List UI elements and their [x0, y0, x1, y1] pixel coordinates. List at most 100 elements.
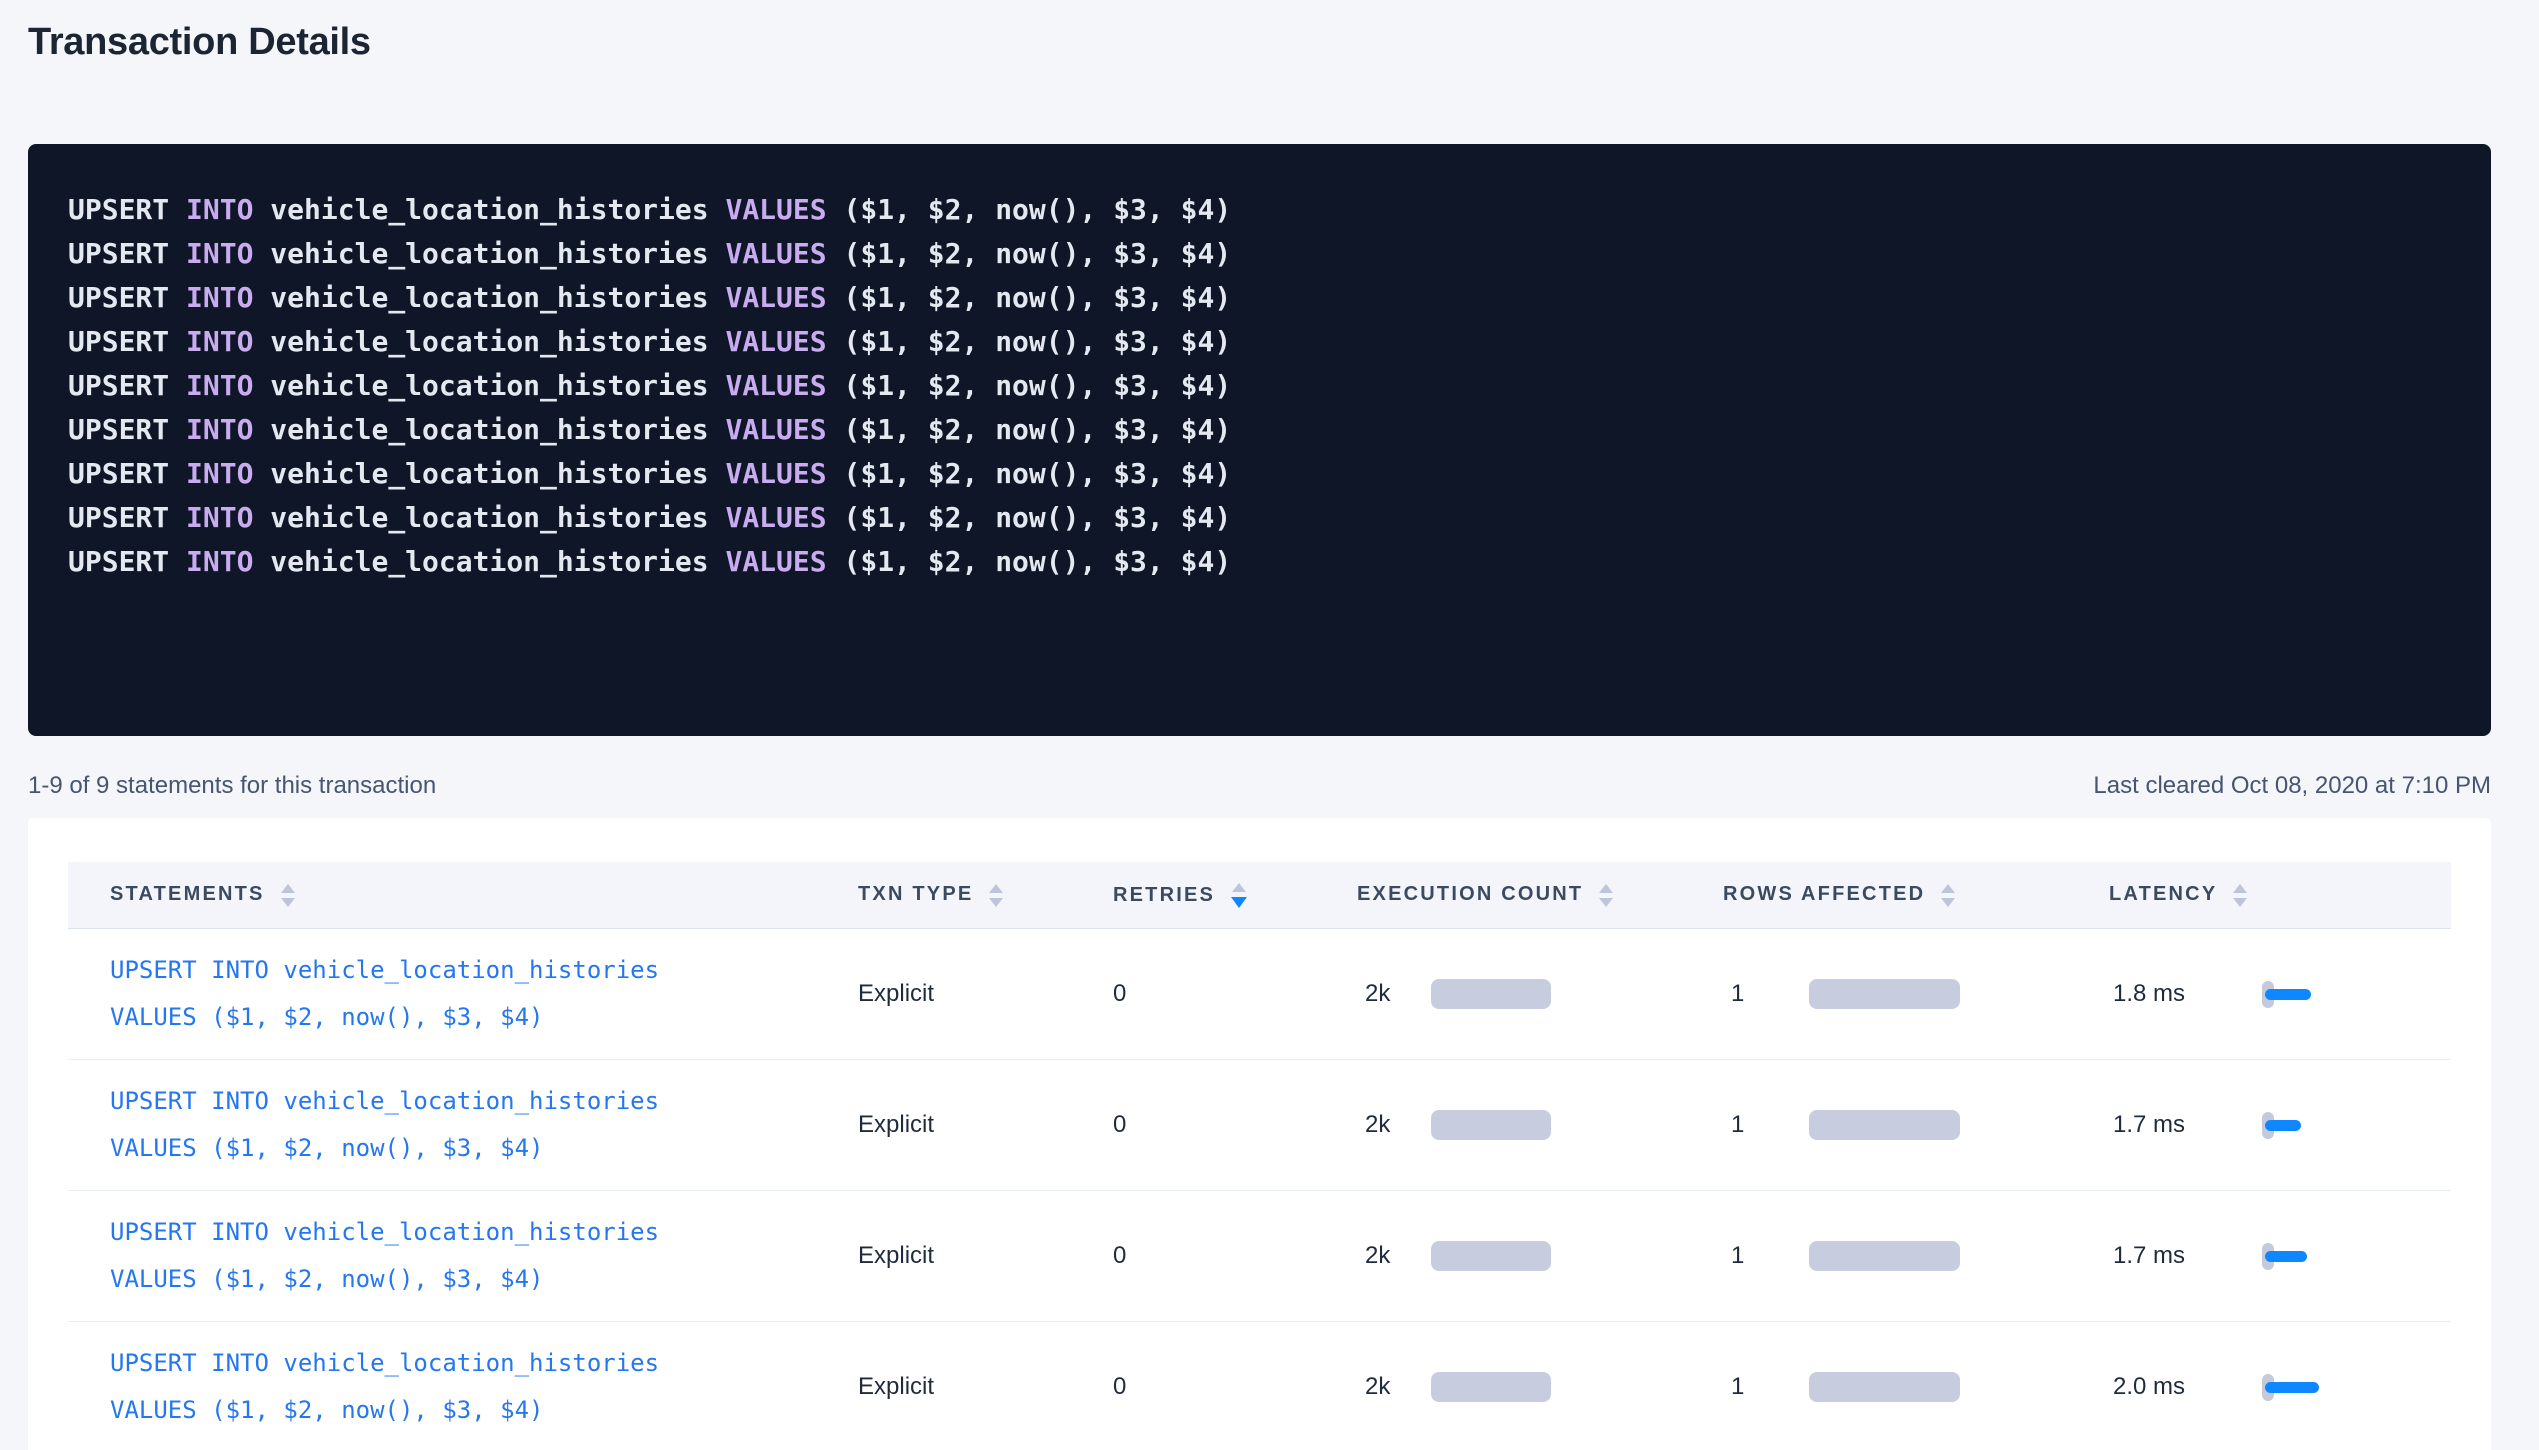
sql-keyword: VALUES: [725, 501, 826, 534]
rows-affected-bar: [1809, 1372, 1960, 1402]
latency-bar: [2265, 1382, 2319, 1393]
table-row: UPSERT INTO vehicle_location_historiesVA…: [68, 929, 2451, 1060]
sql-keyword: INTO: [186, 325, 253, 358]
latency-bar-chart: [2262, 1374, 2319, 1401]
sql-statement-line: UPSERT INTO vehicle_location_histories V…: [68, 496, 2451, 540]
rows-affected-metric: 1: [1723, 1372, 2109, 1402]
latency-metric: 1.8 ms: [2109, 980, 2451, 1008]
latency-metric: 1.7 ms: [2109, 1111, 2451, 1139]
table-row: UPSERT INTO vehicle_location_historiesVA…: [68, 1060, 2451, 1191]
sql-keyword: VALUES: [725, 369, 826, 402]
sort-desc-arrow-icon: [1231, 897, 1247, 908]
sql-keyword: INTO: [186, 237, 253, 270]
execution-count-metric: 2k: [1357, 1110, 1723, 1140]
sort-icon[interactable]: [1941, 884, 1955, 907]
sql-text: ($1, $2, now(), $3, $4): [827, 413, 1232, 446]
sql-text: vehicle_location_histories: [253, 237, 725, 270]
statement-link[interactable]: UPSERT INTO vehicle_location_historiesVA…: [110, 1209, 659, 1303]
sort-icon[interactable]: [1599, 884, 1613, 907]
sql-text: UPSERT: [68, 325, 186, 358]
sort-desc-arrow-icon: [1941, 898, 1955, 907]
sql-text: UPSERT: [68, 237, 186, 270]
statement-link[interactable]: UPSERT INTO vehicle_location_historiesVA…: [110, 1340, 659, 1434]
rows-affected-metric: 1: [1723, 979, 2109, 1009]
sort-asc-arrow-icon: [281, 884, 295, 893]
rows-affected-metric: 1: [1723, 1110, 2109, 1140]
transaction-details-page: Transaction Details UPSERT INTO vehicle_…: [0, 0, 2539, 1450]
retries-cell: 0: [1113, 1060, 1357, 1191]
table-row: UPSERT INTO vehicle_location_historiesVA…: [68, 1322, 2451, 1450]
page-title: Transaction Details: [28, 0, 2491, 64]
rows-affected-cell: 1: [1723, 1191, 2109, 1322]
execution-count-cell: 2k: [1357, 929, 1723, 1060]
latency-bar: [2265, 1120, 2301, 1131]
sql-keyword: INTO: [186, 369, 253, 402]
statement-link-line1: UPSERT INTO vehicle_location_histories: [110, 1340, 659, 1387]
sql-text: vehicle_location_histories: [253, 457, 725, 490]
latency-bar-chart: [2262, 1243, 2307, 1270]
statements-table: STATEMENTSTXN TYPE RETRIES EXECUTION COUNT…: [68, 862, 2451, 1450]
sql-text: ($1, $2, now(), $3, $4): [827, 369, 1232, 402]
sort-asc-arrow-icon: [1941, 884, 1955, 893]
sql-keyword: INTO: [186, 545, 253, 578]
sql-keyword: INTO: [186, 413, 253, 446]
latency-cell: 1.8 ms: [2109, 929, 2451, 1060]
sql-statement-line: UPSERT INTO vehicle_location_histories V…: [68, 540, 2451, 584]
latency-metric: 1.7 ms: [2109, 1242, 2451, 1270]
rows-affected-value: 1: [1731, 1242, 1809, 1270]
sort-desc-arrow-icon: [1599, 898, 1613, 907]
sql-keyword: INTO: [186, 281, 253, 314]
sort-asc-arrow-icon: [989, 884, 1003, 893]
column-header-label: RETRIES: [1113, 883, 1215, 905]
latency-bar: [2265, 989, 2311, 1000]
sql-keyword: INTO: [186, 457, 253, 490]
latency-bar-chart: [2262, 1112, 2301, 1139]
latency-cell: 1.7 ms: [2109, 1191, 2451, 1322]
column-header-statements[interactable]: STATEMENTS: [68, 862, 858, 929]
rows-affected-cell: 1: [1723, 1060, 2109, 1191]
sql-statement-line: UPSERT INTO vehicle_location_histories V…: [68, 408, 2451, 452]
latency-value: 1.7 ms: [2113, 1111, 2262, 1139]
execution-count-cell: 2k: [1357, 1191, 1723, 1322]
txn-type-cell: Explicit: [858, 1060, 1113, 1191]
column-header-retries[interactable]: RETRIES: [1113, 862, 1357, 929]
sql-text: UPSERT: [68, 281, 186, 314]
statement-link-line1: UPSERT INTO vehicle_location_histories: [110, 1209, 659, 1256]
execution-count-metric: 2k: [1357, 1372, 1723, 1402]
statement-link[interactable]: UPSERT INTO vehicle_location_historiesVA…: [110, 1078, 659, 1172]
statement-link-line2: VALUES ($1, $2, now(), $3, $4): [110, 1125, 659, 1172]
sql-text: ($1, $2, now(), $3, $4): [827, 457, 1232, 490]
sort-desc-arrow-icon: [989, 898, 1003, 907]
sort-icon[interactable]: [989, 884, 1003, 907]
table-body: UPSERT INTO vehicle_location_historiesVA…: [68, 929, 2451, 1450]
execution-count-metric: 2k: [1357, 979, 1723, 1009]
statement-link-line2: VALUES ($1, $2, now(), $3, $4): [110, 1387, 659, 1434]
sql-keyword: VALUES: [725, 237, 826, 270]
statement-link[interactable]: UPSERT INTO vehicle_location_historiesVA…: [110, 947, 659, 1041]
statement-cell: UPSERT INTO vehicle_location_historiesVA…: [68, 1191, 858, 1322]
table-row: UPSERT INTO vehicle_location_historiesVA…: [68, 1191, 2451, 1322]
sort-desc-arrow-icon: [281, 898, 295, 907]
sql-text: UPSERT: [68, 457, 186, 490]
rows-affected-value: 1: [1731, 980, 1809, 1008]
sql-text: ($1, $2, now(), $3, $4): [827, 545, 1232, 578]
table-header: STATEMENTSTXN TYPE RETRIES EXECUTION COUNT…: [68, 862, 2451, 929]
sort-icon[interactable]: [281, 884, 295, 907]
column-header-label: TXN TYPE: [858, 883, 973, 905]
sort-desc-arrow-icon: [2233, 898, 2247, 907]
sql-statements-viewer: UPSERT INTO vehicle_location_histories V…: [28, 144, 2491, 736]
column-header-txn-type[interactable]: TXN TYPE: [858, 862, 1113, 929]
sort-icon[interactable]: [2233, 884, 2247, 907]
execution-count-bar: [1431, 1372, 1551, 1402]
sql-text: ($1, $2, now(), $3, $4): [827, 237, 1232, 270]
sort-icon[interactable]: [1231, 883, 1247, 908]
execution-count-bar: [1431, 1241, 1551, 1271]
sql-keyword: VALUES: [725, 193, 826, 226]
sql-statement-line: UPSERT INTO vehicle_location_histories V…: [68, 232, 2451, 276]
column-header-execution-count[interactable]: EXECUTION COUNT: [1357, 862, 1723, 929]
column-header-rows-affected[interactable]: ROWS AFFECTED: [1723, 862, 2109, 929]
sql-statement-line: UPSERT INTO vehicle_location_histories V…: [68, 452, 2451, 496]
sql-text: UPSERT: [68, 193, 186, 226]
rows-affected-metric: 1: [1723, 1241, 2109, 1271]
column-header-latency[interactable]: LATENCY: [2109, 862, 2451, 929]
